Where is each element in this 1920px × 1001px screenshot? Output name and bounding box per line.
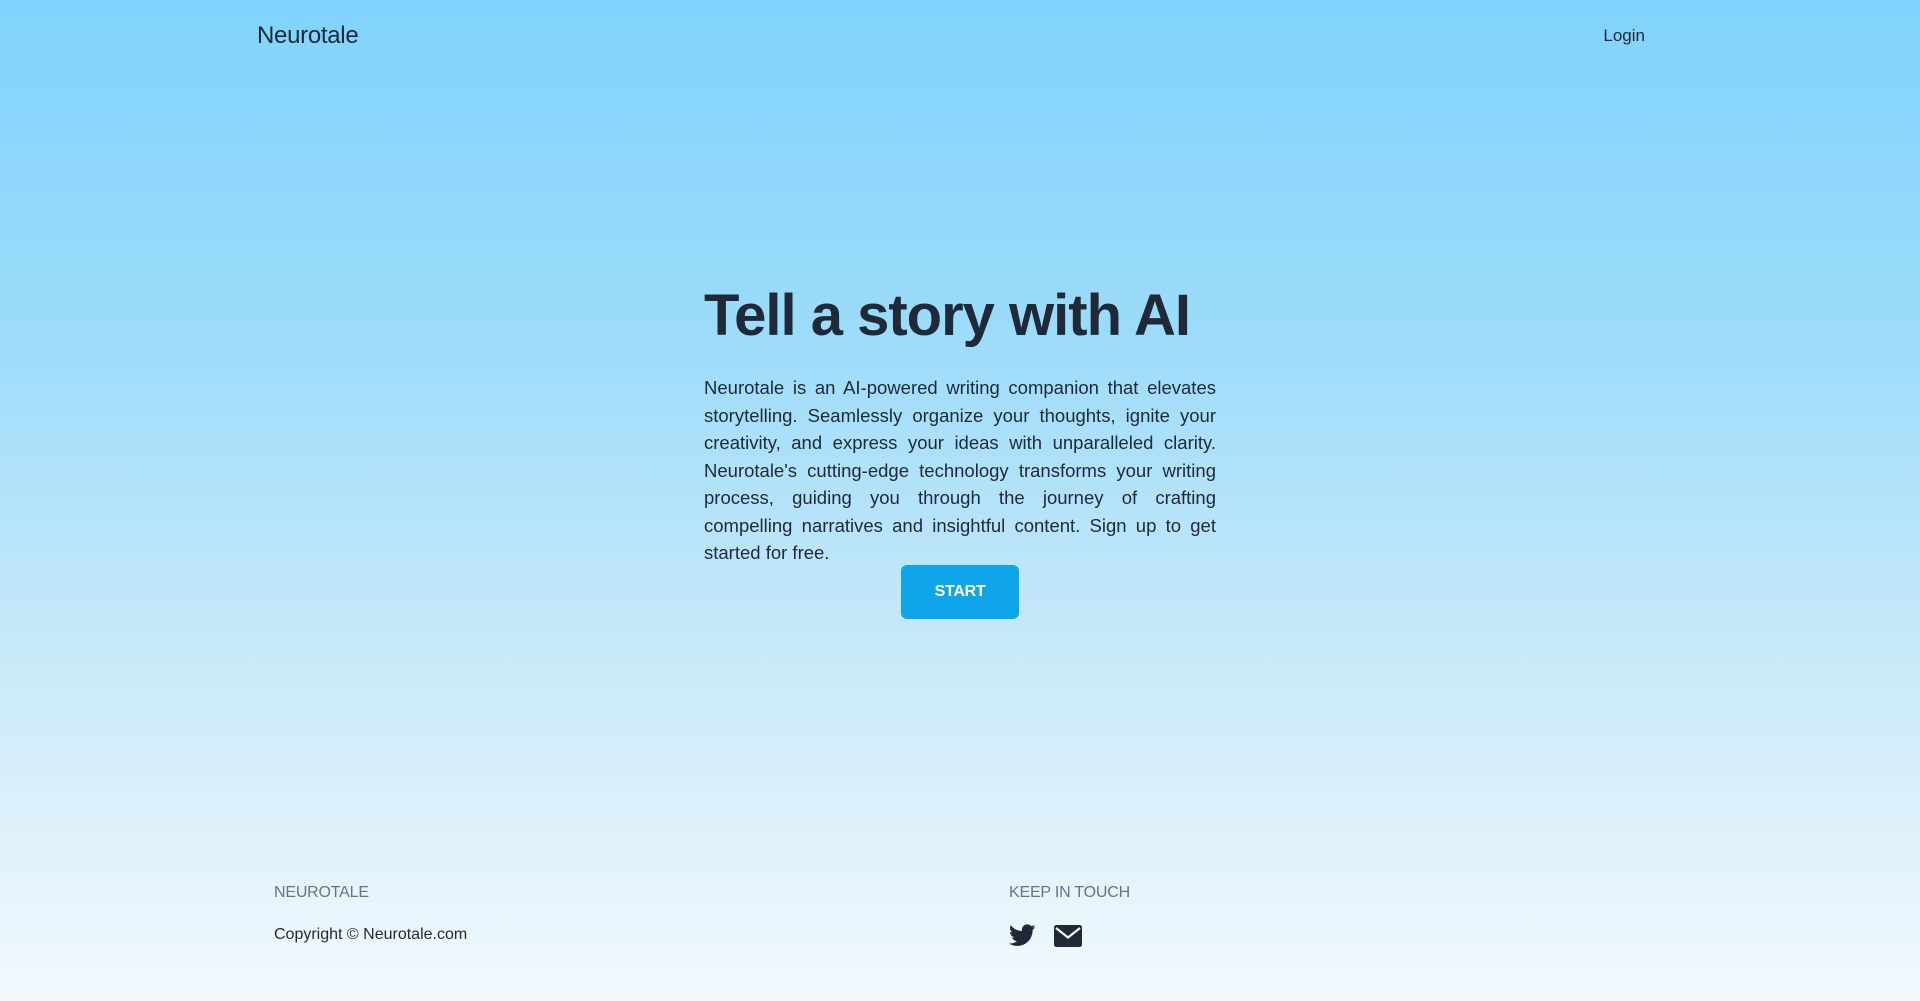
brand-logo-text[interactable]: Neurotale: [257, 22, 359, 50]
keep-in-touch-heading: KEEP IN TOUCH: [1009, 884, 1130, 901]
footer-contact-column: KEEP IN TOUCH: [1008, 884, 1130, 952]
footer-brand-heading: NEUROTALE: [274, 884, 369, 901]
social-icons: [1008, 924, 1130, 952]
top-nav: Neurotale Login: [0, 0, 1920, 74]
copyright-text: Copyright © Neurotale.com: [274, 926, 468, 943]
footer: NEUROTALE Copyright © Neurotale.com KEEP…: [0, 870, 1920, 1001]
twitter-icon[interactable]: [1008, 924, 1036, 952]
hero-title: Tell a story with AI: [704, 283, 1191, 348]
footer-brand-column: NEUROTALE Copyright © Neurotale.com: [274, 884, 467, 944]
start-button[interactable]: START: [901, 565, 1019, 619]
email-icon[interactable]: [1054, 924, 1082, 952]
hero-section: Tell a story with AI Neurotale is an AI-…: [704, 280, 1216, 567]
login-link[interactable]: Login: [1603, 26, 1645, 46]
hero-description: Neurotale is an AI-powered writing compa…: [704, 377, 1216, 563]
